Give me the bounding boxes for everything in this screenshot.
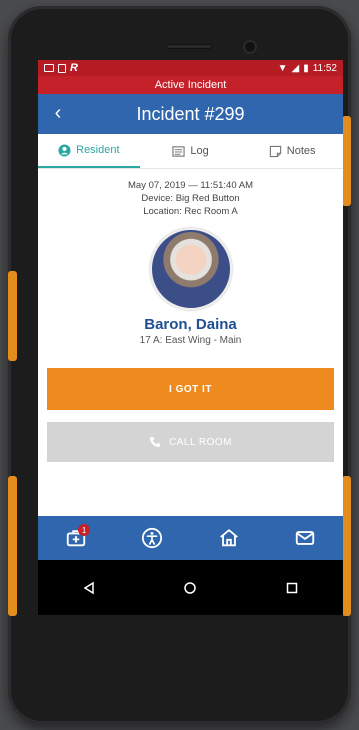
resident-avatar (149, 228, 232, 310)
active-incident-banner: Active Incident (38, 76, 343, 94)
tab-notes[interactable]: Notes (241, 134, 343, 168)
nav-accessibility[interactable] (136, 522, 168, 554)
phone-icon (149, 437, 160, 447)
side-grip-left-lower (8, 476, 17, 616)
home-icon (219, 529, 238, 547)
incident-datetime: May 07, 2019 — 11:51:40 AM (128, 180, 253, 191)
incident-location: Location: Rec Room A (143, 206, 238, 217)
incident-count-badge: 1 (78, 524, 91, 536)
android-nav-bar (38, 560, 343, 615)
app-screen: R ▼ ◢ ▮ 11:52 Active Incident ‹ Incident… (38, 60, 343, 615)
app-r-icon: R (70, 62, 78, 74)
nav-incidents[interactable]: 1 (60, 522, 92, 554)
notification-icon (44, 64, 54, 72)
back-triangle-icon[interactable] (82, 581, 96, 595)
tab-resident[interactable]: Resident (38, 134, 140, 168)
status-time: 11:52 (312, 62, 337, 74)
bottom-nav: 1 (38, 516, 343, 560)
person-circle-icon (58, 143, 71, 157)
nav-messages[interactable] (289, 522, 321, 554)
mail-icon (295, 531, 315, 545)
call-room-label: CALL ROOM (168, 436, 233, 448)
recents-square-icon[interactable] (285, 581, 299, 595)
i-got-it-button[interactable]: I GOT IT (47, 368, 334, 410)
tab-label: Notes (286, 145, 316, 157)
resident-unit: 17 A: East Wing - Main (139, 335, 242, 346)
log-list-icon (172, 145, 185, 157)
tab-label: Log (190, 145, 209, 157)
call-room-button[interactable]: CALL ROOM (47, 422, 334, 462)
resident-name: Baron, Daina (144, 316, 237, 333)
front-camera (245, 42, 255, 52)
home-circle-icon[interactable] (183, 581, 197, 595)
accessibility-icon (142, 527, 163, 549)
side-grip-right-lower (342, 476, 351, 616)
back-arrow-icon[interactable]: ‹ (48, 102, 68, 124)
status-bar: R ▼ ◢ ▮ 11:52 (38, 60, 343, 76)
incident-info: May 07, 2019 — 11:51:40 AM Device: Big R… (38, 179, 343, 218)
tab-label: Resident (76, 144, 120, 156)
wifi-icon: ▼ (277, 62, 288, 74)
nav-home[interactable] (213, 522, 245, 554)
side-grip-left (8, 271, 17, 361)
earpiece-speaker (166, 44, 212, 49)
battery-icon: ▮ (303, 62, 309, 74)
signal-icon: ◢ (291, 62, 300, 74)
tab-log[interactable]: Log (140, 134, 242, 168)
app-bar: ‹ Incident #299 (38, 94, 343, 134)
sd-card-icon (58, 63, 66, 73)
banner-text: Active Incident (154, 79, 227, 91)
page-title: Incident #299 (136, 103, 245, 124)
tab-bar: Resident Log Notes (38, 134, 343, 169)
note-icon (269, 145, 281, 157)
side-grip-right (342, 116, 351, 206)
incident-device: Device: Big Red Button (141, 193, 240, 204)
